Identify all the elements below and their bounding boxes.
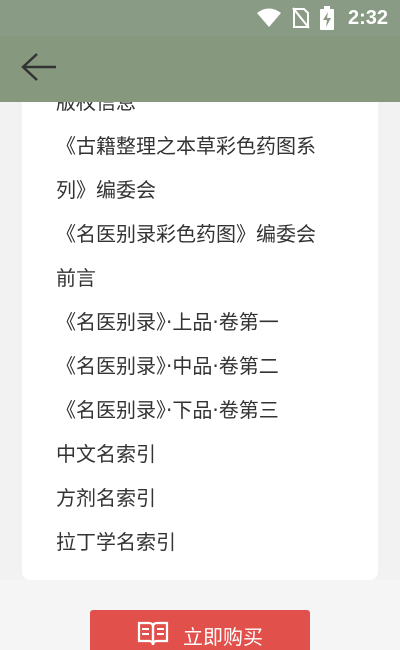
app-bar [0, 36, 400, 102]
back-button[interactable] [14, 46, 64, 92]
wifi-icon [256, 8, 282, 28]
toc-item-chinese-index[interactable]: 中文名索引 [56, 432, 356, 476]
buy-now-button[interactable]: 立即购买 [90, 610, 310, 650]
status-bar: 2:32 [0, 0, 400, 36]
bottom-bar: 立即购买 [0, 580, 400, 650]
toc-item-prescription-index[interactable]: 方剂名索引 [56, 476, 356, 520]
buy-now-label: 立即购买 [183, 624, 263, 649]
battery-charging-icon [319, 6, 334, 30]
toc-item-preface[interactable]: 前言 [56, 256, 356, 300]
toc-item-volume-1[interactable]: 《名医别录》·上品·卷第一 [56, 300, 356, 344]
toc-card: 版权信息 《古籍整理之本草彩色药图系 列》编委会 《名医别录彩色药图》编委会 前… [22, 102, 378, 580]
toc-item-volume-3[interactable]: 《名医别录》·下品·卷第三 [56, 388, 356, 432]
toc-list: 版权信息 《古籍整理之本草彩色药图系 列》编委会 《名医别录彩色药图》编委会 前… [56, 102, 356, 564]
toc-item-series-committee-cont[interactable]: 列》编委会 [56, 168, 356, 212]
arrow-left-icon [20, 52, 58, 86]
toc-item-copyright[interactable]: 版权信息 [56, 102, 356, 124]
toc-item-latin-index[interactable]: 拉丁学名索引 [56, 520, 356, 564]
status-time: 2:32 [347, 6, 388, 29]
toc-scroll-area[interactable]: 版权信息 《古籍整理之本草彩色药图系 列》编委会 《名医别录彩色药图》编委会 前… [0, 102, 400, 580]
toc-item-book-committee[interactable]: 《名医别录彩色药图》编委会 [56, 212, 356, 256]
no-sim-icon [292, 7, 310, 29]
toc-item-series-committee[interactable]: 《古籍整理之本草彩色药图系 [56, 124, 356, 168]
open-book-icon [137, 620, 169, 650]
toc-item-volume-2[interactable]: 《名医别录》·中品·卷第二 [56, 344, 356, 388]
